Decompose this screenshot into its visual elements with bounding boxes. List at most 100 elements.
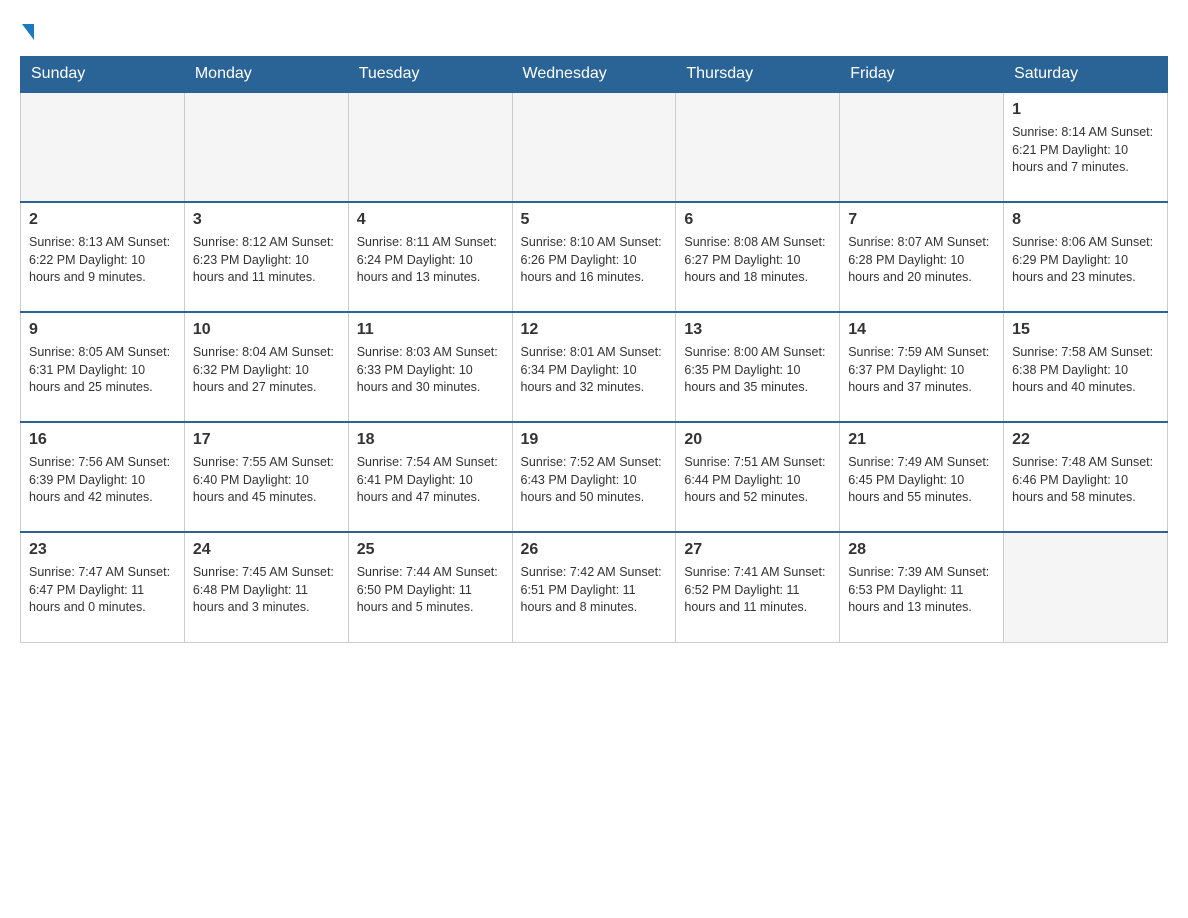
day-info: Sunrise: 7:54 AM Sunset: 6:41 PM Dayligh…: [357, 454, 504, 507]
calendar-cell: 7 Sunrise: 8:07 AM Sunset: 6:28 PM Daylig…: [840, 202, 1004, 312]
day-info: Sunrise: 8:06 AM Sunset: 6:29 PM Dayligh…: [1012, 234, 1159, 287]
day-info: Sunrise: 8:01 AM Sunset: 6:34 PM Dayligh…: [521, 344, 668, 397]
day-number: 14: [848, 319, 995, 341]
calendar-cell: 1 Sunrise: 8:14 AM Sunset: 6:21 PM Daylig…: [1004, 92, 1168, 202]
day-info: Sunrise: 7:42 AM Sunset: 6:51 PM Dayligh…: [521, 564, 668, 617]
calendar-cell: 11 Sunrise: 8:03 AM Sunset: 6:33 PM Dayli…: [348, 312, 512, 422]
weekday-header-thursday: Thursday: [676, 57, 840, 93]
day-number: 23: [29, 539, 176, 561]
day-number: 22: [1012, 429, 1159, 451]
calendar-cell: 14Sunrise: 7:59 AM Sunset: 6:37 PM Dayli…: [840, 312, 1004, 422]
day-info: Sunrise: 8:05 AM Sunset: 6:31 PM Dayligh…: [29, 344, 176, 397]
calendar-cell: 12 Sunrise: 8:01 AM Sunset: 6:34 PM Dayli…: [512, 312, 676, 422]
day-number: 9: [29, 319, 176, 341]
day-info: Sunrise: 8:07 AM Sunset: 6:28 PM Dayligh…: [848, 234, 995, 287]
day-number: 1: [1012, 99, 1159, 121]
day-number: 13: [684, 319, 831, 341]
calendar-week-row: 1 Sunrise: 8:14 AM Sunset: 6:21 PM Daylig…: [21, 92, 1168, 202]
day-number: 26: [521, 539, 668, 561]
weekday-header-wednesday: Wednesday: [512, 57, 676, 93]
calendar-cell: 4 Sunrise: 8:11 AM Sunset: 6:24 PM Daylig…: [348, 202, 512, 312]
day-info: Sunrise: 7:51 AM Sunset: 6:44 PM Dayligh…: [684, 454, 831, 507]
calendar-header-row: SundayMondayTuesdayWednesdayThursdayFrid…: [21, 57, 1168, 93]
logo: [20, 20, 34, 40]
calendar-cell: 2 Sunrise: 8:13 AM Sunset: 6:22 PM Daylig…: [21, 202, 185, 312]
day-info: Sunrise: 7:52 AM Sunset: 6:43 PM Dayligh…: [521, 454, 668, 507]
day-info: Sunrise: 7:41 AM Sunset: 6:52 PM Dayligh…: [684, 564, 831, 617]
day-number: 19: [521, 429, 668, 451]
logo-arrow-icon: [22, 24, 34, 40]
day-info: Sunrise: 7:47 AM Sunset: 6:47 PM Dayligh…: [29, 564, 176, 617]
weekday-header-saturday: Saturday: [1004, 57, 1168, 93]
calendar-cell: [512, 92, 676, 202]
page-header: [20, 20, 1168, 40]
calendar-cell: 28 Sunrise: 7:39 AM Sunset: 6:53 PM Dayli…: [840, 532, 1004, 642]
day-number: 4: [357, 209, 504, 231]
calendar-cell: 10 Sunrise: 8:04 AM Sunset: 6:32 PM Dayli…: [184, 312, 348, 422]
calendar-cell: [348, 92, 512, 202]
day-number: 2: [29, 209, 176, 231]
calendar-cell: 18 Sunrise: 7:54 AM Sunset: 6:41 PM Dayli…: [348, 422, 512, 532]
day-info: Sunrise: 7:44 AM Sunset: 6:50 PM Dayligh…: [357, 564, 504, 617]
day-info: Sunrise: 8:14 AM Sunset: 6:21 PM Dayligh…: [1012, 124, 1159, 177]
calendar-week-row: 9 Sunrise: 8:05 AM Sunset: 6:31 PM Daylig…: [21, 312, 1168, 422]
day-number: 25: [357, 539, 504, 561]
day-info: Sunrise: 8:08 AM Sunset: 6:27 PM Dayligh…: [684, 234, 831, 287]
calendar-cell: [676, 92, 840, 202]
day-number: 11: [357, 319, 504, 341]
calendar-cell: [1004, 532, 1168, 642]
calendar-cell: 25 Sunrise: 7:44 AM Sunset: 6:50 PM Dayli…: [348, 532, 512, 642]
weekday-header-tuesday: Tuesday: [348, 57, 512, 93]
calendar-table: SundayMondayTuesdayWednesdayThursdayFrid…: [20, 56, 1168, 643]
calendar-cell: 3Sunrise: 8:12 AM Sunset: 6:23 PM Daylig…: [184, 202, 348, 312]
calendar-cell: 20 Sunrise: 7:51 AM Sunset: 6:44 PM Dayli…: [676, 422, 840, 532]
day-info: Sunrise: 7:55 AM Sunset: 6:40 PM Dayligh…: [193, 454, 340, 507]
calendar-cell: 27 Sunrise: 7:41 AM Sunset: 6:52 PM Dayli…: [676, 532, 840, 642]
weekday-header-friday: Friday: [840, 57, 1004, 93]
calendar-cell: 8 Sunrise: 8:06 AM Sunset: 6:29 PM Daylig…: [1004, 202, 1168, 312]
calendar-cell: [840, 92, 1004, 202]
day-number: 16: [29, 429, 176, 451]
day-info: Sunrise: 8:03 AM Sunset: 6:33 PM Dayligh…: [357, 344, 504, 397]
calendar-cell: 5 Sunrise: 8:10 AM Sunset: 6:26 PM Daylig…: [512, 202, 676, 312]
day-info: Sunrise: 8:10 AM Sunset: 6:26 PM Dayligh…: [521, 234, 668, 287]
day-number: 17: [193, 429, 340, 451]
day-number: 27: [684, 539, 831, 561]
calendar-cell: 9 Sunrise: 8:05 AM Sunset: 6:31 PM Daylig…: [21, 312, 185, 422]
day-number: 20: [684, 429, 831, 451]
weekday-header-monday: Monday: [184, 57, 348, 93]
day-info: Sunrise: 7:48 AM Sunset: 6:46 PM Dayligh…: [1012, 454, 1159, 507]
day-info: Sunrise: 7:45 AM Sunset: 6:48 PM Dayligh…: [193, 564, 340, 617]
weekday-header-sunday: Sunday: [21, 57, 185, 93]
calendar-cell: [184, 92, 348, 202]
day-info: Sunrise: 8:13 AM Sunset: 6:22 PM Dayligh…: [29, 234, 176, 287]
day-info: Sunrise: 8:00 AM Sunset: 6:35 PM Dayligh…: [684, 344, 831, 397]
calendar-cell: 19 Sunrise: 7:52 AM Sunset: 6:43 PM Dayli…: [512, 422, 676, 532]
day-number: 6: [684, 209, 831, 231]
day-number: 5: [521, 209, 668, 231]
day-number: 24: [193, 539, 340, 561]
day-number: 10: [193, 319, 340, 341]
calendar-cell: 17 Sunrise: 7:55 AM Sunset: 6:40 PM Dayli…: [184, 422, 348, 532]
day-number: 21: [848, 429, 995, 451]
calendar-cell: [21, 92, 185, 202]
day-number: 15: [1012, 319, 1159, 341]
day-info: Sunrise: 8:11 AM Sunset: 6:24 PM Dayligh…: [357, 234, 504, 287]
calendar-cell: 22 Sunrise: 7:48 AM Sunset: 6:46 PM Dayli…: [1004, 422, 1168, 532]
day-number: 3: [193, 209, 340, 231]
day-info: Sunrise: 7:39 AM Sunset: 6:53 PM Dayligh…: [848, 564, 995, 617]
day-number: 12: [521, 319, 668, 341]
calendar-cell: 6 Sunrise: 8:08 AM Sunset: 6:27 PM Daylig…: [676, 202, 840, 312]
day-number: 8: [1012, 209, 1159, 231]
calendar-week-row: 23 Sunrise: 7:47 AM Sunset: 6:47 PM Dayli…: [21, 532, 1168, 642]
calendar-cell: 24 Sunrise: 7:45 AM Sunset: 6:48 PM Dayli…: [184, 532, 348, 642]
day-number: 28: [848, 539, 995, 561]
calendar-cell: 26 Sunrise: 7:42 AM Sunset: 6:51 PM Dayli…: [512, 532, 676, 642]
calendar-cell: 16Sunrise: 7:56 AM Sunset: 6:39 PM Dayli…: [21, 422, 185, 532]
calendar-cell: 21 Sunrise: 7:49 AM Sunset: 6:45 PM Dayli…: [840, 422, 1004, 532]
day-number: 7: [848, 209, 995, 231]
day-number: 18: [357, 429, 504, 451]
day-info: Sunrise: 8:04 AM Sunset: 6:32 PM Dayligh…: [193, 344, 340, 397]
day-info: Sunrise: 7:49 AM Sunset: 6:45 PM Dayligh…: [848, 454, 995, 507]
calendar-cell: 13 Sunrise: 8:00 AM Sunset: 6:35 PM Dayli…: [676, 312, 840, 422]
